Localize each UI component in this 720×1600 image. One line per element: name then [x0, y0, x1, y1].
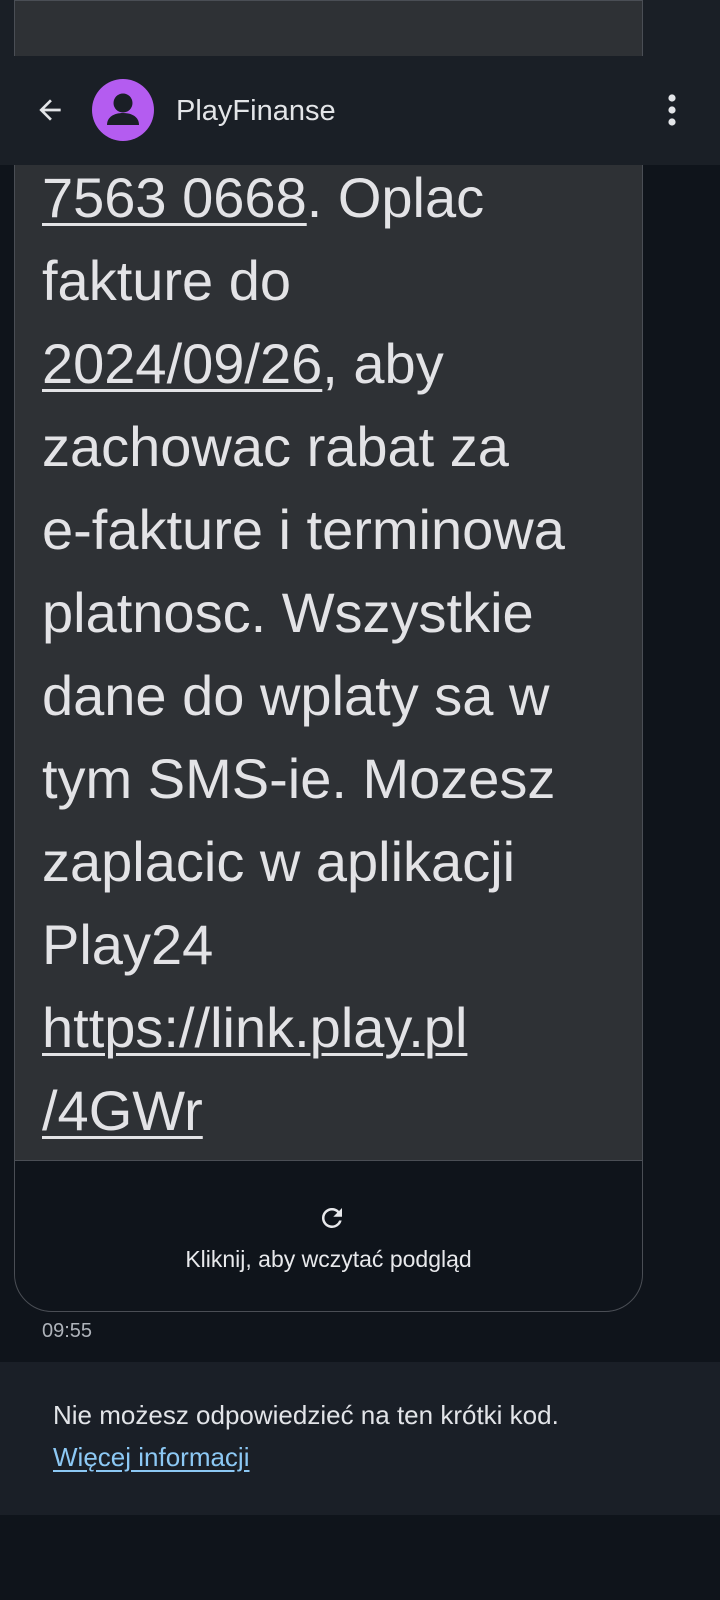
- message-line-3-rest: , aby: [322, 332, 444, 395]
- back-button[interactable]: [22, 82, 78, 138]
- reply-unavailable-notice: Nie możesz odpowiedzieć na ten krótki ko…: [0, 1362, 720, 1515]
- account-number-link[interactable]: 7563 0668: [42, 166, 307, 229]
- message-bubble[interactable]: 7563 0668. Oplac fakture do 2024/09/26, …: [14, 0, 643, 1312]
- due-date-link[interactable]: 2024/09/26: [42, 332, 322, 395]
- message-line-5: e-fakture i terminowa: [42, 498, 565, 561]
- link-preview-button[interactable]: Kliknij, aby wczytać podgląd: [15, 1160, 642, 1311]
- payment-url-link[interactable]: https://link.play.pl: [42, 996, 467, 1059]
- message-line-2: fakture do: [42, 249, 292, 312]
- refresh-icon: [321, 1208, 342, 1228]
- message-line-7: dane do wplaty sa w: [42, 664, 550, 727]
- message-line-10: Play24: [42, 913, 214, 976]
- person-icon: [107, 93, 139, 125]
- contact-avatar[interactable]: [92, 79, 154, 141]
- message-line-1-rest: . Oplac: [306, 166, 485, 229]
- message-line-6: platnosc. Wszystkie: [42, 581, 534, 644]
- more-options-button[interactable]: [650, 84, 694, 136]
- more-vert-icon: [668, 94, 676, 126]
- more-info-link[interactable]: Więcej informacji: [53, 1442, 250, 1473]
- notice-text: Nie możesz odpowiedzieć na ten krótki ko…: [53, 1400, 559, 1430]
- payment-url-link-continued[interactable]: /4GWr: [42, 1079, 203, 1142]
- arrow-left-icon: [39, 99, 61, 121]
- message-line-8: tym SMS-ie. Mozesz: [42, 747, 556, 810]
- load-preview-label: Kliknij, aby wczytać podgląd: [185, 1246, 472, 1272]
- message-line-9: zaplacic w aplikacji: [42, 830, 516, 893]
- sms-conversation-screen: 7563 0668. Oplac fakture do 2024/09/26, …: [0, 0, 720, 1600]
- message-line-4: zachowac rabat za: [42, 415, 509, 478]
- message-timestamp: 09:55: [42, 1320, 93, 1342]
- contact-name[interactable]: PlayFinanse: [176, 92, 336, 130]
- message-text: 7563 0668. Oplac fakture do 2024/09/26, …: [42, 156, 632, 1152]
- conversation-header: PlayFinanse: [0, 56, 720, 165]
